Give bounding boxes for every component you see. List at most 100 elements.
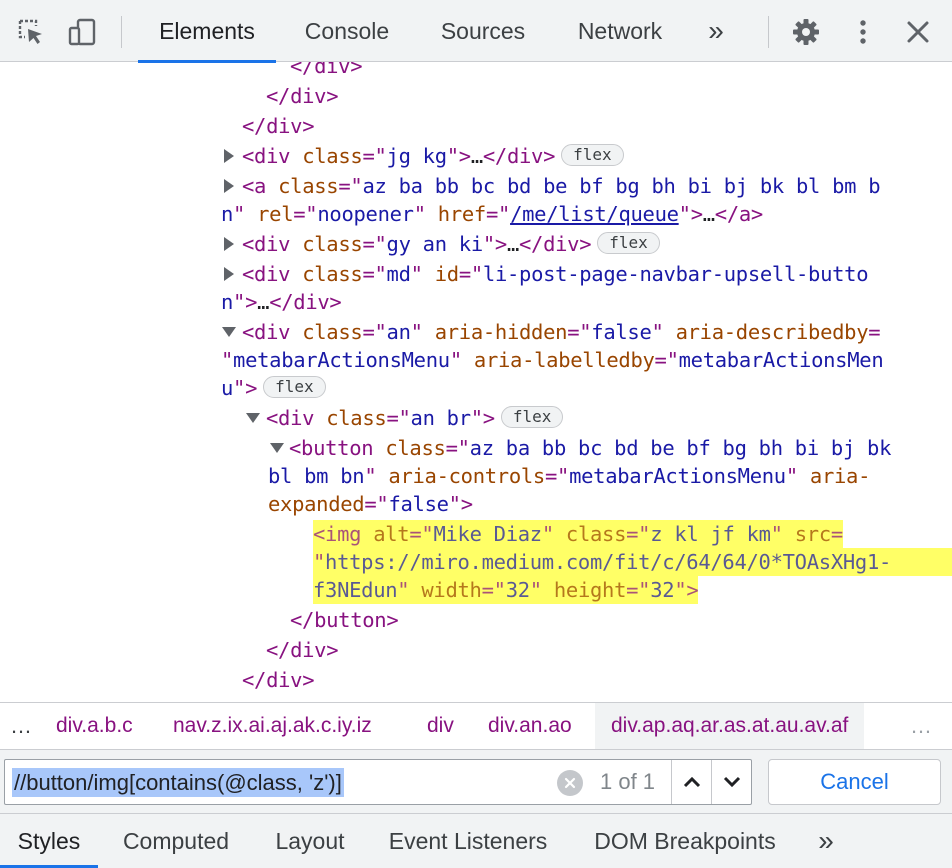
tree-line-wrap[interactable]: bl bm bn" aria-controls="metabarActionsM…	[0, 462, 952, 490]
tree-line[interactable]: </div>	[0, 62, 952, 80]
img-src-value[interactable]: f3NEdun	[313, 578, 398, 602]
breadcrumb-overflow-right[interactable]: …	[910, 703, 933, 749]
close-icon[interactable]	[902, 16, 934, 48]
tree-line[interactable]: </div>	[0, 112, 952, 140]
tree-line[interactable]: </div>	[0, 666, 952, 694]
tree-node-img-highlighted[interactable]: <img alt="Mike Diaz" class="z kl jf km" …	[0, 520, 952, 548]
search-bar: //button/img[contains(@class, 'z')] 1 of…	[0, 750, 952, 814]
tab-elements[interactable]: Elements	[138, 0, 276, 63]
closing-tag: </div>	[266, 84, 339, 108]
settings-gear-icon[interactable]	[790, 16, 822, 48]
tab-network[interactable]: Network	[562, 0, 678, 62]
previous-match-button[interactable]	[671, 760, 711, 804]
search-query-text[interactable]: //button/img[contains(@class, 'z')]	[12, 768, 344, 797]
tree-line-wrap[interactable]: "metabarActionsMenu" aria-labelledby="me…	[0, 346, 952, 374]
tree-node-div[interactable]: <div class="gy an ki">…</div> flex	[0, 230, 952, 258]
attr-eq: ="	[654, 348, 679, 372]
attr-name: aria-controls	[376, 464, 545, 488]
device-toolbar-icon[interactable]	[66, 16, 98, 48]
collapse-triangle-icon[interactable]	[222, 327, 236, 337]
breadcrumb-item[interactable]: div.an.ao	[488, 703, 572, 749]
collapsed-ellipsis[interactable]: …	[507, 232, 519, 256]
attr-name: aria-labelledby	[461, 348, 655, 372]
tree-line-wrap[interactable]: u"> flex	[0, 374, 952, 402]
attr-value: n	[221, 290, 234, 314]
attr-value: z kl jf km	[650, 522, 771, 546]
more-tabs-chevron-icon[interactable]: »	[696, 0, 736, 62]
collapsed-ellipsis[interactable]: …	[471, 144, 483, 168]
expand-triangle-icon[interactable]	[224, 267, 234, 281]
tab-layout[interactable]: Layout	[262, 814, 358, 868]
tree-node-div[interactable]: <div class="jg kg">…</div> flex	[0, 142, 952, 170]
tree-node-a[interactable]: <a class="az ba bb bc bd be bf bg bh bi …	[0, 172, 952, 200]
attr-quote: "	[221, 348, 234, 372]
flex-badge[interactable]: flex	[263, 376, 326, 398]
breadcrumb-item-selected[interactable]: div.ap.aq.ar.as.at.au.av.af	[595, 703, 865, 749]
tree-line[interactable]: </div>	[0, 82, 952, 110]
attr-quote: "	[413, 202, 426, 226]
flex-badge[interactable]: flex	[561, 144, 624, 166]
attr-value: an br	[410, 406, 472, 430]
breadcrumb-item[interactable]: div.a.b.c	[56, 703, 133, 749]
tag-name: <div	[242, 232, 291, 256]
attr-name: aria-hidden	[422, 320, 568, 344]
attr-value: 32	[650, 578, 675, 602]
tree-node-div[interactable]: <div class="an" aria-hidden="false" aria…	[0, 318, 952, 346]
clear-search-icon[interactable]	[557, 770, 583, 796]
attr-quote: "	[446, 144, 459, 168]
collapsed-ellipsis[interactable]: …	[257, 290, 269, 314]
tree-line-wrap[interactable]: n" rel="noopener" href="/me/list/queue">…	[0, 200, 952, 228]
tab-event-listeners[interactable]: Event Listeners	[376, 814, 560, 868]
flex-badge[interactable]: flex	[500, 406, 564, 428]
attr-value: Mike Diaz	[433, 522, 542, 546]
tree-line[interactable]: </button>	[0, 606, 952, 634]
attr-name: class	[290, 320, 363, 344]
img-src-value[interactable]: https://miro.medium.com/fit/c/64/64/0*TO…	[325, 550, 891, 574]
tree-line-wrap[interactable]: n">…</div>	[0, 288, 952, 316]
tab-sources[interactable]: Sources	[426, 0, 540, 62]
more-tabs-chevron-icon[interactable]: »	[808, 814, 844, 868]
end-tag: </div>	[269, 290, 342, 314]
attr-value: false	[591, 320, 652, 344]
attr-quote: "	[313, 550, 326, 574]
tree-line-wrap[interactable]: "https://miro.medium.com/fit/c/64/64/0*T…	[0, 548, 952, 576]
breadcrumb-overflow-left[interactable]: …	[10, 703, 33, 749]
inspect-element-icon[interactable]	[15, 16, 47, 48]
kebab-menu-icon[interactable]	[847, 16, 879, 48]
tree-node-div[interactable]: <div class="an br"> flex	[0, 404, 952, 432]
attr-value: bl bm bn	[268, 464, 365, 488]
tree-line[interactable]: </div>	[0, 636, 952, 664]
flex-badge[interactable]: flex	[597, 232, 660, 254]
tree-line-wrap[interactable]: expanded="false">	[0, 490, 952, 518]
tab-styles[interactable]: Styles	[0, 814, 98, 868]
tree-line-wrap[interactable]: f3NEdun" width="32" height="32">	[0, 576, 952, 604]
attr-name: class	[290, 262, 363, 286]
tag-close: >	[494, 232, 507, 256]
tab-computed[interactable]: Computed	[108, 814, 244, 868]
tab-console[interactable]: Console	[290, 0, 404, 62]
search-input[interactable]: //button/img[contains(@class, 'z')] 1 of…	[4, 759, 752, 805]
href-link[interactable]: /me/list/queue	[510, 202, 679, 226]
tree-node-div[interactable]: <div class="md" id="li-post-page-navbar-…	[0, 260, 952, 288]
attr-eq: ="	[485, 202, 511, 226]
next-match-button[interactable]	[711, 760, 751, 804]
collapsed-ellipsis[interactable]: …	[703, 202, 715, 226]
attr-name: class	[553, 522, 627, 546]
tree-node-button[interactable]: <button class="az ba bb bc bd be bf bg b…	[0, 434, 952, 462]
expand-triangle-icon[interactable]	[224, 179, 234, 193]
attr-value: metabarActionsMenu	[569, 464, 786, 488]
attr-quote: "	[449, 348, 462, 372]
expand-triangle-icon[interactable]	[224, 149, 234, 163]
collapse-triangle-icon[interactable]	[270, 443, 284, 453]
collapse-triangle-icon[interactable]	[246, 413, 260, 423]
breadcrumb-item[interactable]: nav.z.ix.ai.aj.ak.c.iy.iz	[173, 703, 372, 749]
tag-close: >	[245, 290, 258, 314]
cancel-button[interactable]: Cancel	[768, 759, 941, 805]
breadcrumb-item[interactable]: div	[427, 703, 454, 749]
tag-name: <div	[242, 144, 291, 168]
tag-name: <div	[266, 406, 315, 430]
expand-triangle-icon[interactable]	[224, 237, 234, 251]
attr-eq: ="	[362, 320, 387, 344]
devtools-toolbar: Elements Console Sources Network »	[0, 0, 952, 63]
tab-dom-breakpoints[interactable]: DOM Breakpoints	[578, 814, 792, 868]
